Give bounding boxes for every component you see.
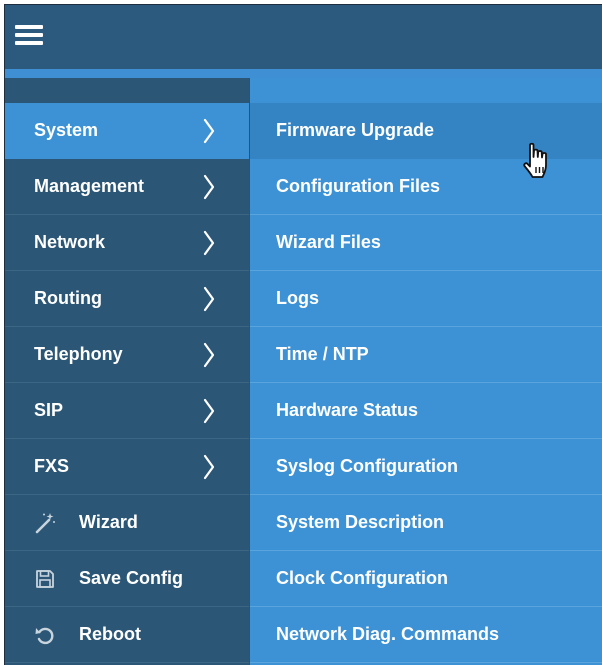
system-submenu: Firmware Upgrade Configuration Files Wiz… xyxy=(249,78,602,665)
submenu-item-configuration-files[interactable]: Configuration Files xyxy=(250,159,602,215)
hamburger-menu-icon[interactable] xyxy=(15,25,43,47)
magic-wand-icon xyxy=(35,513,55,534)
submenu-item-network-diag-commands[interactable]: Network Diag. Commands xyxy=(250,607,602,663)
submenu-item-label: Syslog Configuration xyxy=(276,456,458,476)
submenu-item-label: Wizard Files xyxy=(276,232,381,252)
submenu-item-label: Clock Configuration xyxy=(276,568,448,588)
menu-item-label: Management xyxy=(34,176,145,196)
menu-item-label: Wizard xyxy=(79,512,138,532)
menu-item-label: Routing xyxy=(34,288,102,308)
main-menu: System Management Network Routing Teleph… xyxy=(5,78,249,665)
menu-item-label: Save Config xyxy=(79,568,184,588)
menu-item-network[interactable]: Network xyxy=(5,215,249,271)
chevron-right-icon xyxy=(203,398,215,424)
menu-item-label: System xyxy=(34,120,99,140)
submenu-item-clock-configuration[interactable]: Clock Configuration xyxy=(250,551,602,607)
submenu-item-wizard-files[interactable]: Wizard Files xyxy=(250,215,602,271)
menu-item-label: Reboot xyxy=(79,624,141,644)
chevron-right-icon xyxy=(203,286,215,312)
menu-item-system[interactable]: System xyxy=(5,103,249,159)
menu-item-telephony[interactable]: Telephony xyxy=(5,327,249,383)
menu-item-wizard[interactable]: Wizard xyxy=(5,495,249,551)
submenu-item-label: Logs xyxy=(276,288,319,308)
submenu-item-label: Network Diag. Commands xyxy=(276,624,500,644)
submenu-item-system-description[interactable]: System Description xyxy=(250,495,602,551)
submenu-item-logs[interactable]: Logs xyxy=(250,271,602,327)
menu-item-label: SIP xyxy=(34,400,64,420)
top-bar xyxy=(5,5,602,69)
submenu-item-label: Time / NTP xyxy=(276,344,369,364)
menu-item-save-config[interactable]: Save Config xyxy=(5,551,249,607)
chevron-right-icon xyxy=(203,230,215,256)
submenu-item-time-ntp[interactable]: Time / NTP xyxy=(250,327,602,383)
submenu-item-label: Hardware Status xyxy=(276,400,419,420)
reboot-icon xyxy=(35,627,54,645)
app-window: System Management Network Routing Teleph… xyxy=(4,4,602,665)
menu-item-routing[interactable]: Routing xyxy=(5,271,249,327)
submenu-item-label: Configuration Files xyxy=(276,176,440,196)
submenu-item-label: Firmware Upgrade xyxy=(276,120,435,140)
chevron-right-icon xyxy=(203,454,215,480)
submenu-item-hardware-status[interactable]: Hardware Status xyxy=(250,383,602,439)
menu-item-sip[interactable]: SIP xyxy=(5,383,249,439)
menu-item-fxs[interactable]: FXS xyxy=(5,439,249,495)
submenu-item-label: System Description xyxy=(276,512,445,532)
submenu-item-firmware-upgrade[interactable]: Firmware Upgrade xyxy=(250,103,602,178)
menu-item-management[interactable]: Management xyxy=(5,159,249,215)
menu-item-label: Telephony xyxy=(34,344,123,364)
submenu-item-syslog-configuration[interactable]: Syslog Configuration xyxy=(250,439,602,495)
accent-strip xyxy=(5,69,602,78)
menu-item-label: FXS xyxy=(34,456,70,476)
menu-item-reboot[interactable]: Reboot xyxy=(5,607,249,663)
chevron-right-icon xyxy=(203,174,215,200)
floppy-disk-icon xyxy=(36,570,54,588)
chevron-right-icon xyxy=(203,118,215,144)
chevron-right-icon xyxy=(203,342,215,368)
menu-item-label: Network xyxy=(34,232,106,252)
